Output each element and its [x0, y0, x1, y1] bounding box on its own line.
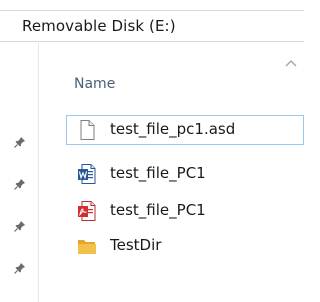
file-name: test_file_PC1 [110, 164, 206, 182]
file-row-testdir[interactable]: TestDir [66, 231, 304, 261]
address-bar[interactable]: Removable Disk (E:) [0, 10, 304, 42]
column-header-name[interactable]: Name [74, 76, 115, 92]
pane-divider[interactable] [38, 43, 39, 302]
file-name: test_file_PC1 [110, 201, 206, 219]
file-row-test-file-pc1-pdf[interactable]: test_file_PC1 [66, 196, 304, 226]
pin-icon[interactable] [14, 136, 26, 148]
sort-ascending-icon[interactable] [284, 58, 298, 68]
pin-icon[interactable] [14, 220, 26, 232]
word-document-icon [78, 164, 96, 184]
blank-document-icon [80, 120, 95, 140]
pdf-document-icon [78, 201, 96, 221]
file-row-test-file-pc1-word[interactable]: test_file_PC1 [66, 159, 304, 189]
folder-icon [78, 240, 96, 254]
file-name: test_file_pc1.asd [110, 120, 236, 138]
pin-icon[interactable] [14, 262, 26, 274]
address-path: Removable Disk (E:) [22, 17, 176, 35]
file-row-test-file-pc1-asd[interactable]: test_file_pc1.asd [66, 115, 304, 145]
pin-icon[interactable] [14, 178, 26, 190]
folder-name: TestDir [110, 236, 162, 254]
